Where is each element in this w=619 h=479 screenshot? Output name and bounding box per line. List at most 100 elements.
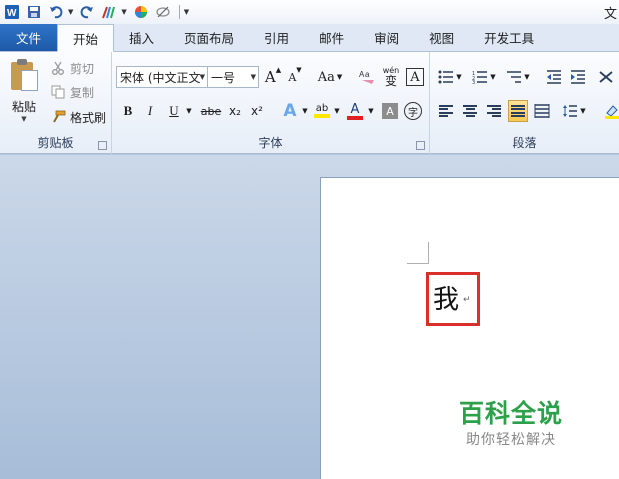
- format-painter-icon: [50, 109, 66, 125]
- tab-references[interactable]: 引用: [249, 24, 304, 51]
- bold-button[interactable]: B: [120, 100, 136, 122]
- tab-review[interactable]: 审阅: [359, 24, 414, 51]
- word-logo-icon[interactable]: W: [2, 2, 22, 22]
- chinese-layout-icon[interactable]: [596, 66, 616, 88]
- change-case-label: Aa: [317, 69, 335, 85]
- subscript-button[interactable]: x₂: [226, 100, 244, 122]
- tab-view[interactable]: 视图: [414, 24, 469, 51]
- font-group: 宋体 (中文正文 ▼ 一号 ▼ A ▲ A ▼ Aa ▼ Aa wén 变 A B I…: [112, 52, 430, 154]
- tab-home[interactable]: 开始: [57, 24, 115, 52]
- increase-indent-icon[interactable]: [568, 66, 588, 88]
- font-size-combo[interactable]: 一号 ▼: [207, 66, 259, 88]
- quick-access-toolbar: W ▼ ▼ ▼ 文: [0, 0, 619, 24]
- copy-label: 复制: [70, 85, 95, 100]
- tab-insert[interactable]: 插入: [114, 24, 169, 51]
- strikethrough-button[interactable]: abe: [200, 100, 222, 122]
- font-name-dropdown-icon[interactable]: ▼: [200, 73, 205, 81]
- clear-format-icon[interactable]: Aa: [358, 66, 376, 88]
- shrink-font-label: A: [288, 70, 297, 84]
- shrink-font-button[interactable]: A ▼: [286, 66, 304, 88]
- grow-font-button[interactable]: A ▲: [264, 66, 282, 88]
- distributed-icon[interactable]: [532, 100, 552, 122]
- save-icon[interactable]: [24, 2, 44, 22]
- document-workspace: 我 ↵ 百科全说 助你轻松解决: [0, 155, 619, 479]
- brush-dropdown-icon[interactable]: ▼: [121, 8, 126, 16]
- ribbon-tabs: 文件 开始 插入 页面布局 引用 邮件 审阅 视图 开发工具: [0, 24, 619, 52]
- font-name-combo[interactable]: 宋体 (中文正文 ▼: [116, 66, 208, 88]
- ribbon: 粘贴 ▼ 剪切 复制 格式刷 剪贴板 宋体 (中文正文 ▼ 一号 ▼ A ▲ A…: [0, 52, 619, 154]
- svg-text:a: a: [365, 70, 370, 79]
- font-name-value: 宋体 (中文正文: [120, 70, 201, 85]
- tab-page-layout[interactable]: 页面布局: [169, 24, 249, 51]
- highlight-color-bar: [314, 114, 330, 118]
- decrease-indent-icon[interactable]: [544, 66, 564, 88]
- grow-font-label: A: [264, 68, 276, 86]
- phonetic-char: 变: [384, 74, 397, 88]
- italic-button[interactable]: I: [142, 100, 158, 122]
- highlight-dropdown-icon[interactable]: ▼: [332, 100, 342, 122]
- clipboard-launcher-icon[interactable]: [98, 141, 107, 150]
- document-character[interactable]: 我: [433, 279, 459, 316]
- clipboard-group: 粘贴 ▼ 剪切 复制 格式刷 剪贴板: [0, 52, 112, 154]
- paragraph-group: ▼ 123 ▼ ▼ ▼ 段落: [430, 52, 619, 154]
- copy-button[interactable]: 复制: [50, 82, 94, 102]
- bullets-icon[interactable]: [436, 66, 456, 88]
- paste-dropdown-icon[interactable]: ▼: [4, 115, 44, 123]
- font-color-button[interactable]: A: [346, 100, 364, 122]
- svg-text:W: W: [7, 8, 17, 19]
- bullets-dropdown-icon[interactable]: ▼: [454, 66, 464, 88]
- numbering-dropdown-icon[interactable]: ▼: [488, 66, 498, 88]
- font-color-label: A: [350, 101, 360, 117]
- align-center-icon[interactable]: [460, 100, 480, 122]
- eraser-icon[interactable]: [153, 2, 173, 22]
- line-spacing-icon[interactable]: [560, 100, 580, 122]
- multilevel-dropdown-icon[interactable]: ▼: [522, 66, 532, 88]
- format-painter-button[interactable]: 格式刷: [50, 107, 106, 127]
- color-wheel-icon[interactable]: [131, 2, 151, 22]
- superscript-button[interactable]: x²: [248, 100, 266, 122]
- font-color-dropdown-icon[interactable]: ▼: [366, 100, 376, 122]
- paste-label: 粘贴: [11, 100, 36, 114]
- font-color-bar: [347, 115, 363, 120]
- redo-icon[interactable]: [77, 2, 97, 22]
- justify-icon[interactable]: [508, 100, 528, 122]
- line-spacing-dropdown-icon[interactable]: ▼: [578, 100, 588, 122]
- font-size-dropdown-icon[interactable]: ▼: [251, 73, 256, 81]
- character-border-button[interactable]: A: [406, 68, 424, 86]
- paragraph-shading-icon[interactable]: [602, 100, 619, 122]
- undo-icon[interactable]: [46, 2, 66, 22]
- tab-mailings[interactable]: 邮件: [304, 24, 359, 51]
- draw-brush-icon[interactable]: [99, 2, 119, 22]
- document-page[interactable]: 我 ↵ 百科全说 助你轻松解决: [320, 177, 619, 479]
- text-effect-button[interactable]: A: [280, 100, 300, 122]
- paragraph-group-label: 段落: [512, 136, 537, 150]
- paste-button[interactable]: 粘贴 ▼: [4, 56, 44, 126]
- character-shading-button[interactable]: A: [382, 103, 398, 119]
- qat-separator: [178, 5, 180, 19]
- tab-file[interactable]: 文件: [0, 24, 57, 51]
- customize-qat-icon[interactable]: ▼: [184, 8, 189, 16]
- watermark-subtitle: 助你轻松解决: [466, 432, 556, 448]
- copy-icon: [50, 84, 66, 100]
- align-left-icon[interactable]: [436, 100, 456, 122]
- scissors-icon: [50, 60, 66, 76]
- font-launcher-icon[interactable]: [416, 141, 425, 150]
- cut-button[interactable]: 剪切: [50, 58, 94, 78]
- window-title: 文: [603, 7, 617, 22]
- phonetic-guide-button[interactable]: wén 变: [380, 66, 402, 88]
- highlight-button[interactable]: ab: [312, 100, 332, 122]
- undo-dropdown-icon[interactable]: ▼: [68, 8, 73, 16]
- numbering-icon[interactable]: 123: [470, 66, 490, 88]
- text-effect-dropdown-icon[interactable]: ▼: [300, 100, 310, 122]
- underline-dropdown-icon[interactable]: ▼: [184, 100, 194, 122]
- paste-icon: [9, 58, 39, 92]
- format-painter-label: 格式刷: [70, 110, 107, 125]
- underline-button[interactable]: U: [166, 100, 182, 122]
- align-right-icon[interactable]: [484, 100, 504, 122]
- tab-developer[interactable]: 开发工具: [469, 24, 549, 51]
- enclose-characters-button[interactable]: 字: [404, 102, 422, 120]
- paragraph-mark-icon: ↵: [463, 295, 471, 305]
- change-case-button[interactable]: Aa ▼: [316, 66, 344, 88]
- clipboard-group-label: 剪贴板: [37, 136, 74, 150]
- multilevel-list-icon[interactable]: [504, 66, 524, 88]
